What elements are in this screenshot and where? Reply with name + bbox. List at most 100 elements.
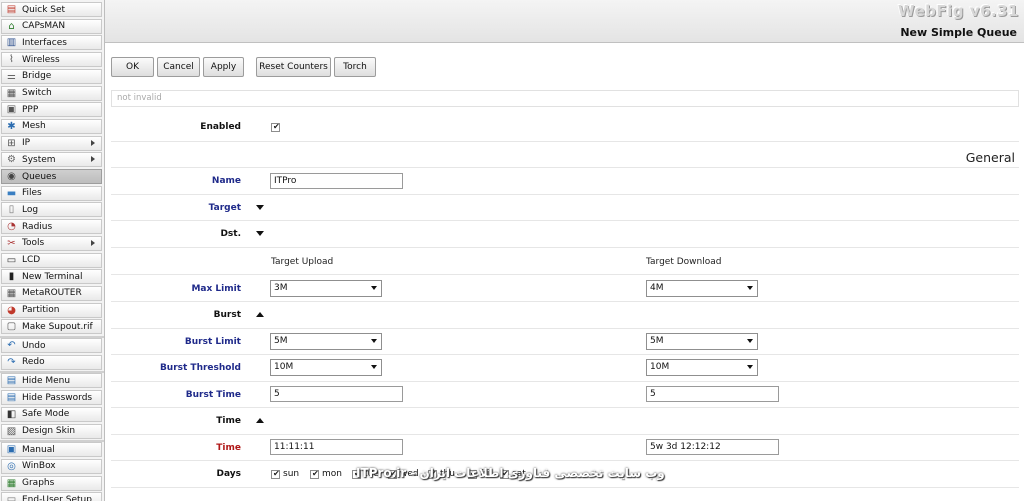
mesh-icon: ✱ (7, 120, 16, 132)
sidebar-item-switch[interactable]: ▦ Switch (1, 85, 102, 101)
torch-button[interactable]: Torch (334, 57, 376, 77)
header-bar: WebFig v6.31 New Simple Queue (105, 0, 1024, 43)
sidebar-item-label: MetaROUTER (22, 288, 82, 299)
sidebar-item-bridge[interactable]: ⚌ Bridge (1, 68, 102, 84)
sidebar-item-ip[interactable]: ⊞ IP (1, 135, 102, 151)
sidebar-item-label: New Terminal (22, 271, 83, 282)
enabled-checkbox[interactable]: ✔ (271, 122, 280, 132)
ppp-icon: ▣ (6, 104, 17, 116)
sidebar-item-label: Manual (22, 444, 55, 455)
sidebar-item-label: Interfaces (22, 37, 67, 48)
sidebar-item-quick-set[interactable]: ▤ Quick Set (1, 2, 102, 17)
lcd-icon: ▭ (6, 254, 17, 266)
sidebar-item-manual[interactable]: ▣ Manual (1, 442, 102, 458)
sidebar-item-tools[interactable]: ✂ Tools (1, 235, 102, 251)
hide-menu-icon: ▤ (6, 375, 17, 387)
sidebar-item-undo[interactable]: ↶ Undo (1, 338, 102, 353)
ip-icon: ⊞ (7, 137, 16, 149)
burst-time-upload-input[interactable] (270, 386, 403, 402)
burst-time-download-input[interactable] (646, 386, 779, 402)
sidebar-item-label: Wireless (22, 54, 60, 65)
divider (111, 274, 1019, 275)
sidebar-item-label: End-User Setup (22, 494, 92, 501)
sidebar-item-hide-menu[interactable]: ▤ Hide Menu (1, 373, 102, 389)
sidebar-item-interfaces[interactable]: ▥ Interfaces (1, 35, 102, 51)
divider (111, 354, 1019, 355)
target-upload-header: Target Upload (271, 257, 334, 267)
sidebar-item-label: Tools (22, 238, 45, 249)
burst-threshold-download-select[interactable]: 10M (646, 359, 758, 376)
sidebar-item-capsman[interactable]: ⌂ CAPsMAN (1, 18, 102, 34)
sidebar-item-label: Design Skin (22, 426, 76, 436)
day-checkbox-mon[interactable]: ✔ (310, 469, 319, 479)
divider (111, 167, 1019, 168)
sidebar-item-label: Files (22, 188, 42, 199)
sidebar-item-label: Bridge (22, 71, 52, 82)
page-title: New Simple Queue (900, 26, 1017, 39)
max-limit-download-value: 4M (650, 283, 664, 293)
time-section-label: Time (216, 416, 241, 426)
burst-collapse-icon[interactable] (256, 312, 264, 317)
metarouter-icon: ▦ (6, 287, 17, 299)
files-icon: ▬ (6, 187, 17, 199)
sidebar-item-system[interactable]: ⚙ System (1, 152, 102, 168)
sidebar-item-log[interactable]: ▯ Log (1, 202, 102, 218)
sidebar-item-new-terminal[interactable]: ▮ New Terminal (1, 269, 102, 285)
wireless-icon: ⌇ (9, 54, 14, 66)
sidebar-item-graphs[interactable]: ▦ Graphs (1, 475, 102, 491)
burst-limit-label: Burst Limit (184, 337, 241, 347)
design-skin-icon: ▨ (6, 425, 17, 437)
burst-threshold-label: Burst Threshold (159, 363, 241, 373)
divider (111, 407, 1019, 408)
cancel-button[interactable]: Cancel (157, 57, 200, 77)
reset-counters-button[interactable]: Reset Counters (256, 57, 331, 77)
time-end-input[interactable] (646, 439, 779, 455)
sidebar-item-winbox[interactable]: ◎ WinBox (1, 458, 102, 474)
name-input[interactable] (270, 173, 403, 189)
check-icon: ✔ (273, 469, 280, 478)
day-checkbox-sun[interactable]: ✔ (271, 469, 280, 479)
max-limit-upload-select[interactable]: 3M (270, 280, 382, 297)
time-start-input[interactable] (270, 439, 403, 455)
divider (111, 381, 1019, 382)
sidebar-item-radius[interactable]: ◔ Radius (1, 219, 102, 235)
sidebar-item-safe-mode[interactable]: ◧ Safe Mode (1, 406, 102, 422)
sidebar-item-files[interactable]: ▬ Files (1, 185, 102, 201)
max-limit-upload-value: 3M (274, 283, 288, 293)
sidebar-item-make-supout-rif[interactable]: ▢ Make Supout.rif (1, 319, 102, 335)
divider (111, 194, 1019, 195)
dst-label: Dst. (220, 229, 241, 239)
burst-limit-upload-select[interactable]: 5M (270, 333, 382, 350)
sidebar-item-wireless[interactable]: ⌇ Wireless (1, 52, 102, 68)
sidebar-item-label: Queues (22, 171, 57, 182)
sidebar-item-partition[interactable]: ◕ Partition (1, 302, 102, 318)
dropdown-caret-icon (747, 339, 753, 343)
dropdown-caret-icon (371, 365, 377, 369)
sidebar-item-label: Graphs (22, 478, 55, 489)
apply-button[interactable]: Apply (203, 57, 244, 77)
capsman-icon: ⌂ (8, 20, 15, 32)
dropdown-caret-icon (371, 339, 377, 343)
quickset-icon: ▤ (6, 4, 17, 15)
sidebar-item-end-user-setup[interactable]: ▭ End-User Setup (1, 492, 102, 501)
queues-icon: ◉ (7, 171, 16, 182)
dst-expand-icon[interactable] (256, 231, 264, 236)
burst-limit-download-select[interactable]: 5M (646, 333, 758, 350)
burst-threshold-upload-select[interactable]: 10M (270, 359, 382, 376)
sidebar-item-label: Hide Menu (22, 375, 71, 386)
sidebar-item-metarouter[interactable]: ▦ MetaROUTER (1, 285, 102, 301)
sidebar-item-lcd[interactable]: ▭ LCD (1, 252, 102, 268)
sidebar-item-hide-passwords[interactable]: ▤ Hide Passwords (1, 390, 102, 406)
divider (111, 247, 1019, 248)
watermark-text: وب سایت تخصصی فناوری اطلاعات ایران - ITP… (356, 466, 665, 480)
sidebar-item-design-skin[interactable]: ▨ Design Skin (1, 423, 102, 439)
ok-button[interactable]: OK (111, 57, 154, 77)
sidebar-item-label: Hide Passwords (22, 392, 93, 403)
target-expand-icon[interactable] (256, 205, 264, 210)
sidebar-item-mesh[interactable]: ✱ Mesh (1, 118, 102, 134)
time-collapse-icon[interactable] (256, 418, 264, 423)
sidebar-item-redo[interactable]: ↷ Redo (1, 354, 102, 370)
sidebar-item-queues[interactable]: ◉ Queues (1, 169, 102, 184)
max-limit-download-select[interactable]: 4M (646, 280, 758, 297)
sidebar-item-ppp[interactable]: ▣ PPP (1, 102, 102, 118)
